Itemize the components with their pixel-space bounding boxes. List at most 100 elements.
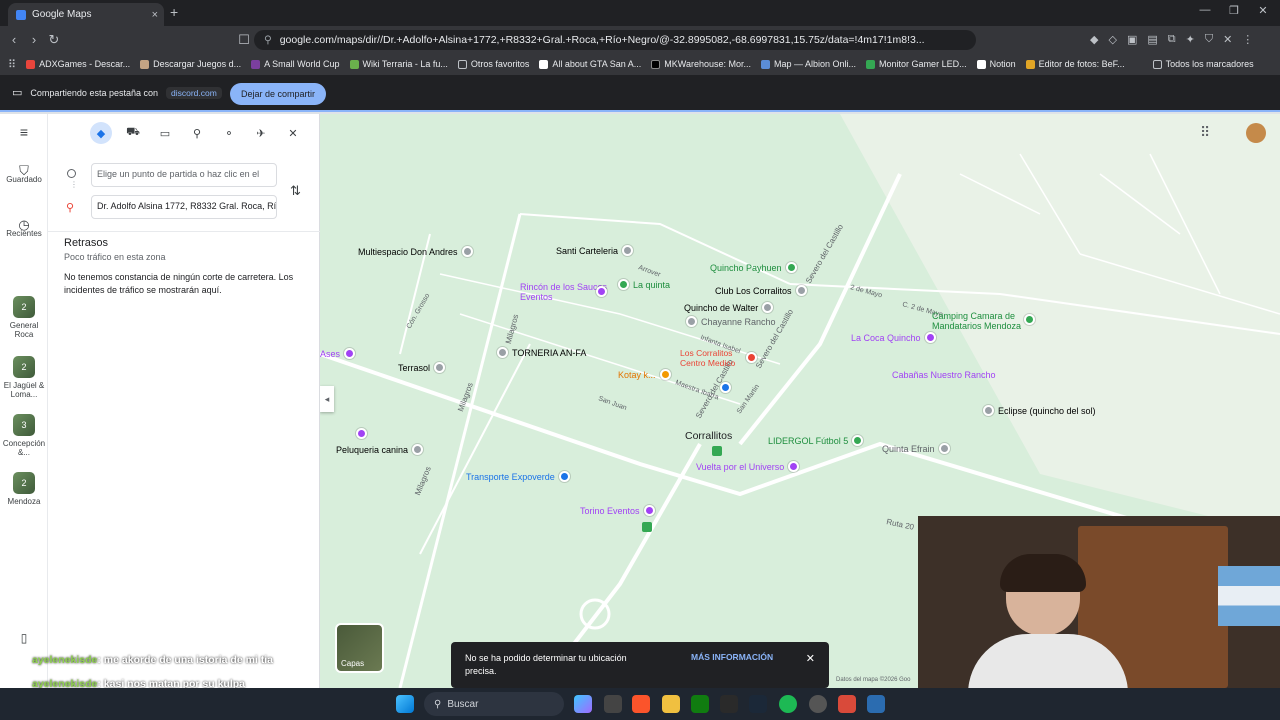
minimize-icon[interactable]: — xyxy=(1195,4,1215,16)
bookmark-item[interactable]: Wiki Terraria - La fu... xyxy=(349,59,448,69)
bookmark-item[interactable]: Editor de fotos: BeF... xyxy=(1025,59,1125,69)
app-icon[interactable] xyxy=(809,695,827,713)
origin-input[interactable]: Elige un punto de partida o haz clic en … xyxy=(91,163,277,187)
map-poi[interactable]: La quinta xyxy=(618,279,670,290)
map-poi[interactable]: Santi Carteleria xyxy=(556,245,634,256)
map-poi[interactable]: LIDERGOL Fútbol 5 xyxy=(768,435,864,446)
menu-icon[interactable]: ≡ xyxy=(0,125,48,139)
map-poi[interactable]: Eclipse (quincho del sol) xyxy=(983,405,1096,416)
walk-icon[interactable]: ⚲ xyxy=(186,122,208,144)
poi-pin[interactable] xyxy=(596,286,607,297)
menu-icon[interactable]: ⋮ xyxy=(1242,33,1253,47)
map-poi[interactable]: Ases xyxy=(320,348,356,359)
recent-place[interactable]: 3 Concepción &... xyxy=(0,414,48,457)
map-poi[interactable]: Quincho Payhuen xyxy=(710,262,797,273)
map-poi[interactable]: Multiespacio Don Andres xyxy=(358,246,473,257)
back-icon[interactable]: ‹ xyxy=(4,32,24,47)
transit-icon[interactable]: ▭ xyxy=(154,122,176,144)
address-bar[interactable]: ⚲ google.com/maps/dir//Dr.+Adolfo+Alsina… xyxy=(254,30,976,50)
car-icon[interactable]: ⛟ xyxy=(122,122,144,144)
poi-pin[interactable] xyxy=(1024,314,1035,325)
tab-close-icon[interactable]: × xyxy=(152,9,158,21)
map-poi[interactable]: Kotay k... xyxy=(618,369,671,380)
toast-close-icon[interactable]: ✕ xyxy=(806,652,815,665)
bus-stop-icon[interactable] xyxy=(712,446,722,456)
app-icon[interactable] xyxy=(838,695,856,713)
recents-button[interactable]: ◷ Recientes xyxy=(0,218,48,238)
more-info-link[interactable]: MÁS INFORMACIÓN xyxy=(691,652,773,662)
bookmark-item[interactable]: All about GTA San A... xyxy=(539,59,641,69)
extension-icon[interactable]: ◇ xyxy=(1108,33,1116,47)
spotify-icon[interactable] xyxy=(779,695,797,713)
place-pin[interactable] xyxy=(720,382,731,393)
swap-icon[interactable]: ⇅ xyxy=(290,183,301,199)
bookmark-icon[interactable]: ☐ xyxy=(234,32,254,48)
bookmark-item[interactable]: Descargar Juegos d... xyxy=(140,59,241,69)
avatar[interactable] xyxy=(1246,123,1266,143)
tab-google-maps[interactable]: Google Maps × xyxy=(8,3,164,26)
extension-icon[interactable]: ▣ xyxy=(1127,33,1137,47)
app-icon[interactable] xyxy=(604,695,622,713)
map-poi[interactable]: Los Corralitos Centro Medico xyxy=(680,348,752,368)
hospital-icon[interactable] xyxy=(746,352,757,363)
extensions-icon[interactable]: ✦ xyxy=(1186,33,1195,47)
app-icon[interactable] xyxy=(867,695,885,713)
bookmark-item[interactable]: ADXGames - Descar... xyxy=(26,59,130,69)
forward-icon[interactable]: › xyxy=(24,32,44,47)
map-poi[interactable]: Transporte Expoverde xyxy=(466,471,570,482)
window-close-icon[interactable]: ✕ xyxy=(1253,4,1273,17)
bus-stop-icon[interactable] xyxy=(642,522,652,532)
stop-sharing-button[interactable]: Dejar de compartir xyxy=(230,83,326,105)
map-poi[interactable]: La Coca Quincho xyxy=(851,332,936,343)
reload-icon[interactable]: ↻ xyxy=(44,32,64,48)
bike-icon[interactable]: ⚬ xyxy=(218,122,240,144)
epic-games-icon[interactable] xyxy=(720,695,738,713)
recent-place[interactable]: 2 General Roca xyxy=(0,296,48,339)
copilot-icon[interactable] xyxy=(574,695,592,713)
bookmark-item[interactable]: MKWarehouse: Mor... xyxy=(651,59,751,69)
extension-icon[interactable]: ◆ xyxy=(1090,33,1098,47)
map-poi[interactable]: Quincho de Walter xyxy=(684,302,774,313)
start-icon[interactable] xyxy=(396,695,414,713)
map-poi[interactable]: Cabañas Nuestro Rancho xyxy=(892,370,996,380)
site-info-icon[interactable]: ⚲ xyxy=(264,34,272,46)
apps-icon[interactable]: ⠿ xyxy=(8,58,16,71)
best-route-icon[interactable]: ◆ xyxy=(90,122,112,144)
shield-icon[interactable]: ⛉ xyxy=(1205,33,1213,47)
close-icon[interactable]: ✕ xyxy=(282,122,304,144)
brave-icon[interactable] xyxy=(632,695,650,713)
xbox-icon[interactable] xyxy=(691,695,709,713)
taskbar-search[interactable]: ⚲ Buscar xyxy=(424,692,564,716)
collapse-panel-icon[interactable]: ◂ xyxy=(320,386,334,412)
flight-icon[interactable]: ✈ xyxy=(250,122,272,144)
new-tab-button[interactable]: + xyxy=(170,4,178,20)
maximize-icon[interactable]: ❐ xyxy=(1224,4,1244,17)
bookmark-item[interactable]: Notion xyxy=(976,59,1016,69)
map-poi[interactable]: Quinta Efrain xyxy=(882,443,950,454)
recent-place[interactable]: 2 Mendoza xyxy=(0,472,48,506)
google-apps-icon[interactable]: ⠿ xyxy=(1200,124,1210,141)
map-poi[interactable]: Vuelta por el Universo xyxy=(696,461,800,472)
saved-button[interactable]: ⛉ Guardado xyxy=(0,164,48,184)
map-poi[interactable]: Peluqueria canina xyxy=(336,444,424,455)
phone-icon[interactable]: ▯ xyxy=(0,632,48,644)
close-icon[interactable]: ✕ xyxy=(1223,33,1232,47)
bookmark-item[interactable]: A Small World Cup xyxy=(251,59,340,69)
map-poi[interactable]: Club Los Corralitos xyxy=(715,285,807,296)
map-poi[interactable]: Chayanne Rancho xyxy=(686,316,776,327)
all-bookmarks-folder[interactable]: Todos los marcadores xyxy=(1152,59,1254,69)
map-poi[interactable]: Torino Eventos xyxy=(580,505,655,516)
map-poi[interactable]: Terrasol xyxy=(398,362,446,373)
bookmark-item[interactable]: Map — Albion Onli... xyxy=(761,59,856,69)
screenshot-icon[interactable]: ⧉ xyxy=(1168,33,1176,47)
map-poi[interactable]: TORNERIA AN-FA xyxy=(497,347,586,358)
poi-pin[interactable] xyxy=(356,428,367,439)
bookmark-item[interactable]: Monitor Gamer LED... xyxy=(866,59,967,69)
sidepanel-icon[interactable]: ▤ xyxy=(1147,33,1157,47)
recent-place[interactable]: 2 El Jagüel & Loma... xyxy=(0,356,48,399)
steam-icon[interactable] xyxy=(749,695,767,713)
destination-input[interactable]: Dr. Adolfo Alsina 1772, R8332 Gral. Roca… xyxy=(91,195,277,219)
layers-button[interactable]: Capas xyxy=(335,623,384,673)
bookmark-folder[interactable]: Otros favoritos xyxy=(457,59,529,69)
file-explorer-icon[interactable] xyxy=(662,695,680,713)
